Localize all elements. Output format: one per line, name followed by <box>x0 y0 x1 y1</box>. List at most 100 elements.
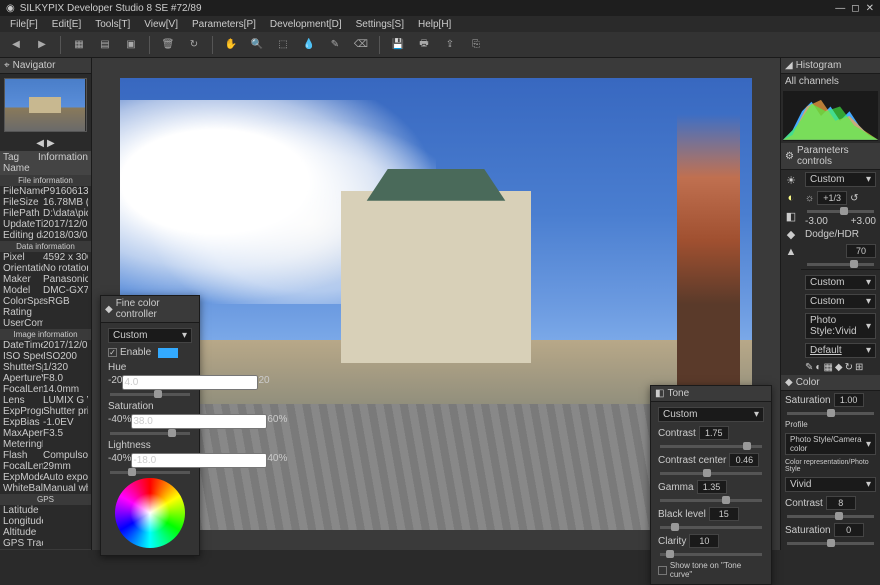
reset-icon[interactable]: ↺ <box>850 193 858 204</box>
menu-tools[interactable]: Tools[T] <box>89 19 136 30</box>
brush-icon[interactable]: ✎ <box>325 35 345 55</box>
navigator-thumbnail[interactable] <box>4 78 87 132</box>
menu-development[interactable]: Development[D] <box>264 19 348 30</box>
meta-row: FlashCompulsory OFF <box>0 450 91 461</box>
meta-row: FocalLength(in29mm <box>0 461 91 472</box>
meta-row: Rating <box>0 307 91 318</box>
clarity-slider[interactable] <box>660 553 762 556</box>
right-sidebar: ◢Histogram All channels ⚙Parameters cont… <box>780 58 880 550</box>
menu-help[interactable]: Help[H] <box>412 19 457 30</box>
tool4-icon[interactable]: ◆ <box>835 362 843 373</box>
next-icon[interactable]: ▶ <box>32 35 52 55</box>
menu-file[interactable]: File[F] <box>4 19 44 30</box>
menu-view[interactable]: View[V] <box>138 19 184 30</box>
wb-icon[interactable]: ◐ <box>783 190 799 206</box>
sat2-slider[interactable] <box>787 542 874 545</box>
print-icon[interactable]: 🖶 <box>414 35 434 55</box>
grid-icon[interactable]: ▦ <box>69 35 89 55</box>
fcc-preset-dropdown[interactable]: Custom▾ <box>108 328 192 343</box>
gamma-input[interactable] <box>697 480 727 494</box>
hand-icon[interactable]: ✋ <box>221 35 241 55</box>
meta-row: OrientationNo rotation (1) <box>0 263 91 274</box>
contrast-center-input[interactable] <box>729 453 759 467</box>
rotate-icon[interactable]: ↻ <box>184 35 204 55</box>
gamma-slider[interactable] <box>660 499 762 502</box>
eyedrop-icon[interactable]: 💧 <box>299 35 319 55</box>
contrast-slider[interactable] <box>787 515 874 518</box>
meta-row: Longitude <box>0 516 91 527</box>
toolbar: ◀ ▶ ▦ ▤ ▣ 🗑 ↻ ✋ 🔍 ⬚ 💧 ✎ ⌫ 💾 🖶 ⇪ ⎘ <box>0 32 880 58</box>
tone-contrast-input[interactable] <box>699 426 729 440</box>
dodge-slider[interactable] <box>807 263 874 266</box>
histogram-icon: ◢ <box>785 60 793 71</box>
maximize-icon[interactable]: ◻ <box>851 3 859 14</box>
crop-icon[interactable]: ⬚ <box>273 35 293 55</box>
prev-icon[interactable]: ◀ <box>6 35 26 55</box>
tone-preset-dropdown[interactable]: Custom▾ <box>658 407 764 422</box>
show-tone-curve-check[interactable]: Show tone on "Tone curve" <box>654 559 768 581</box>
tone-contrast-slider[interactable] <box>660 445 762 448</box>
menubar: File[F] Edit[E] Tools[T] View[V] Paramet… <box>0 16 880 32</box>
profile-dropdown[interactable]: Photo Style/Camera color▾ <box>785 433 876 455</box>
meta-row: ModelDMC-GX7 <box>0 285 91 296</box>
color-wheel[interactable] <box>115 478 185 548</box>
close-icon[interactable]: ✕ <box>866 3 874 14</box>
exp-icon: ☼ <box>805 193 814 204</box>
meta-row: ColorSpacesRGB <box>0 296 91 307</box>
zoom-icon[interactable]: 🔍 <box>247 35 267 55</box>
fcc-sat-slider[interactable] <box>110 432 190 435</box>
saturation-slider[interactable] <box>787 412 874 415</box>
eraser-icon[interactable]: ⌫ <box>351 35 371 55</box>
exposure-slider[interactable] <box>807 210 874 213</box>
batch-icon[interactable]: ⎘ <box>466 35 486 55</box>
wb2-dropdown[interactable]: Custom▾ <box>805 294 876 309</box>
preset-dropdown[interactable]: Custom▾ <box>805 172 876 187</box>
meta-row: MeteringModePattern <box>0 439 91 450</box>
fcc-enable-check[interactable]: ✓Enable <box>104 345 196 360</box>
meta-row: ExpProgramShutter priority <box>0 406 91 417</box>
metadata-list: File informationFileNameP9160613.RW2File… <box>0 175 91 550</box>
tool2-icon[interactable]: ◐ <box>815 362 821 373</box>
exposure-icon[interactable]: ☀ <box>783 172 799 188</box>
hue-slider[interactable] <box>110 393 190 396</box>
tool3-icon[interactable]: ▦ <box>823 362 832 373</box>
fcc-sat-input[interactable] <box>131 414 267 429</box>
contrast-input[interactable] <box>826 496 856 510</box>
meta-row: MaxApertureF3.5 <box>0 428 91 439</box>
tone-panel-icon: ◧ <box>655 388 664 399</box>
default-dropdown[interactable]: Default▾ <box>805 343 876 358</box>
color-icon[interactable]: ◆ <box>783 226 799 242</box>
meta-row: LensLUMIX G VARIO P2 <box>0 395 91 406</box>
tone-icon[interactable]: ◧ <box>783 208 799 224</box>
black-level-input[interactable] <box>709 507 739 521</box>
compare-icon[interactable]: ▣ <box>121 35 141 55</box>
hue-input[interactable] <box>122 375 258 390</box>
menu-parameters[interactable]: Parameters[P] <box>186 19 262 30</box>
meta-row: Latitude <box>0 505 91 516</box>
sharp-icon[interactable]: ▲ <box>783 244 799 260</box>
exposure-input[interactable] <box>817 191 847 205</box>
menu-edit[interactable]: Edit[E] <box>46 19 87 30</box>
save-icon[interactable]: 💾 <box>388 35 408 55</box>
clarity-input[interactable] <box>689 534 719 548</box>
black-level-slider[interactable] <box>660 526 762 529</box>
nav-prev-icon[interactable]: ◀ <box>36 138 44 149</box>
saturation-input[interactable] <box>834 393 864 407</box>
photostyle-dropdown[interactable]: Photo Style:Vivid▾ <box>805 313 876 339</box>
minimize-icon[interactable]: — <box>835 3 845 14</box>
lightness-input[interactable] <box>131 453 267 468</box>
menu-settings[interactable]: Settings[S] <box>350 19 410 30</box>
sat2-input[interactable] <box>834 523 864 537</box>
dodge-input[interactable] <box>846 244 876 258</box>
thumbs-icon[interactable]: ▤ <box>95 35 115 55</box>
export-icon[interactable]: ⇪ <box>440 35 460 55</box>
tool5-icon[interactable]: ↻ <box>845 362 853 373</box>
contrast-center-slider[interactable] <box>660 472 762 475</box>
nav-next-icon[interactable]: ▶ <box>47 138 55 149</box>
wb-dropdown[interactable]: Custom▾ <box>805 275 876 290</box>
colorrep-dropdown[interactable]: Vivid▾ <box>785 477 876 492</box>
lightness-slider[interactable] <box>110 471 190 474</box>
delete-icon[interactable]: 🗑 <box>158 35 178 55</box>
tool1-icon[interactable]: ✎ <box>805 362 813 373</box>
tool6-icon[interactable]: ⊞ <box>855 362 863 373</box>
